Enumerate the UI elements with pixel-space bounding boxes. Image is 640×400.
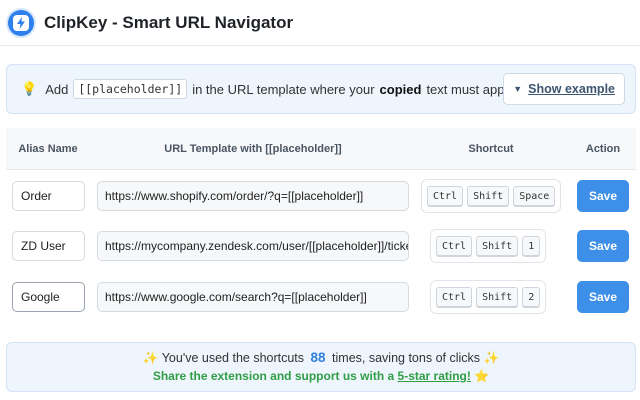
key-ctrl: Ctrl	[436, 236, 473, 256]
key-space: Space	[513, 186, 556, 206]
key-shift: Shift	[467, 186, 510, 206]
usage-text-pre: You've used the shortcuts	[161, 351, 305, 365]
sparkles-icon: ✨	[483, 351, 500, 365]
save-button[interactable]: Save	[577, 180, 629, 212]
header-shortcut: Shortcut	[468, 143, 514, 155]
placeholder-code: [[placeholder]]	[73, 79, 188, 99]
tip-text-mid: in the URL template where your	[192, 81, 375, 97]
key-ctrl: Ctrl	[436, 287, 473, 307]
show-example-button[interactable]: ▼ Show example	[503, 73, 625, 105]
app-header: ClipKey - Smart URL Navigator	[0, 0, 640, 46]
key-2: 2	[522, 287, 541, 307]
alias-input[interactable]: Google	[12, 282, 85, 312]
header-action: Action	[585, 143, 621, 155]
alias-input[interactable]: ZD User	[12, 231, 85, 261]
rating-link[interactable]: 5-star rating!	[398, 369, 471, 383]
tip-text-bold: copied	[379, 81, 422, 97]
key-shift: Shift	[476, 236, 519, 256]
header-url-template: URL Template with [[placeholder]]	[164, 143, 342, 155]
table-header: Alias Name URL Template with [[placehold…	[6, 128, 636, 170]
lightning-icon	[8, 9, 34, 36]
table-row: Order https://www.shopify.com/order/?q=[…	[6, 171, 636, 221]
share-text: Share the extension and support us with …	[152, 369, 395, 383]
placeholder-tip: 💡 Add [[placeholder]] in the URL templat…	[6, 64, 636, 114]
star-icon: ⭐	[474, 369, 490, 383]
shortcut-field[interactable]: Ctrl Shift 2	[430, 280, 547, 314]
app-title: ClipKey - Smart URL Navigator	[44, 12, 294, 32]
usage-footer: ✨ You've used the shortcuts 88 times, sa…	[6, 342, 636, 392]
url-template-input[interactable]: https://mycompany.zendesk.com/user/[[pla…	[97, 231, 409, 261]
usage-line: ✨ You've used the shortcuts 88 times, sa…	[7, 350, 635, 366]
triangle-down-icon: ▼	[513, 84, 523, 94]
url-template-input[interactable]: https://www.google.com/search?q=[[placeh…	[97, 282, 409, 312]
shortcut-field[interactable]: Ctrl Shift 1	[430, 229, 547, 263]
save-button[interactable]: Save	[577, 230, 629, 262]
share-line: Share the extension and support us with …	[7, 369, 635, 383]
key-1: 1	[522, 236, 541, 256]
table-row: ZD User https://mycompany.zendesk.com/us…	[6, 221, 636, 271]
header-alias-name: Alias Name	[18, 143, 78, 155]
key-ctrl: Ctrl	[427, 186, 464, 206]
tip-text-pre: Add	[45, 81, 69, 97]
alias-input[interactable]: Order	[12, 181, 85, 211]
table-row: Google https://www.google.com/search?q=[…	[6, 272, 636, 322]
sparkles-icon: ✨	[142, 351, 159, 365]
key-shift: Shift	[476, 287, 519, 307]
save-button[interactable]: Save	[577, 281, 629, 313]
url-template-input[interactable]: https://www.shopify.com/order/?q=[[place…	[97, 181, 409, 211]
lightbulb-icon: 💡	[21, 81, 38, 96]
shortcut-field[interactable]: Ctrl Shift Space	[421, 179, 562, 213]
usage-count: 88	[310, 350, 326, 365]
show-example-label: Show example	[528, 82, 615, 96]
usage-text-post: times, saving tons of clicks	[332, 351, 481, 365]
